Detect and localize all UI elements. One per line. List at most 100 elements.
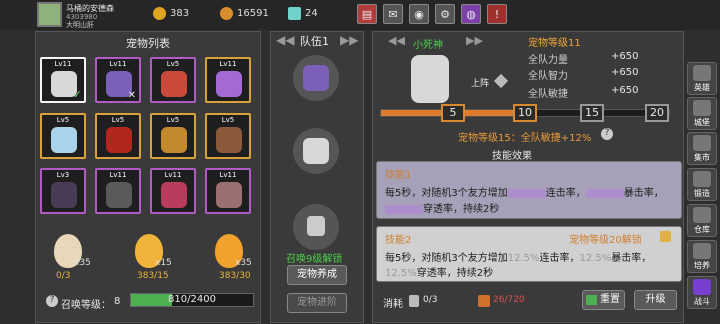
team-slot-1[interactable]	[293, 55, 339, 101]
skill-2-line2: 12.5%穿透率，持续2秒	[385, 268, 494, 279]
unlock-text: 召唤9级解锁	[286, 254, 343, 265]
egg-count: x35	[235, 258, 252, 268]
upgrade-button[interactable]: 升级	[634, 290, 677, 310]
egg-progress: 0/3	[56, 271, 71, 281]
summon-label: 召唤等级：	[61, 300, 111, 311]
shop-button[interactable]: ▤	[357, 4, 377, 24]
diamond-resource: 24	[288, 7, 318, 20]
pet-slot[interactable]: Lv5	[150, 113, 196, 159]
nav-train[interactable]: 培养	[687, 240, 717, 273]
pet-advance-button[interactable]: 宠物进阶	[287, 293, 347, 313]
help-icon[interactable]: ?	[46, 295, 58, 307]
gold-resource: 383	[153, 7, 189, 20]
castle-icon	[693, 100, 711, 116]
egg-progress: 383/15	[137, 271, 169, 281]
player-status: 大明山肝	[66, 21, 94, 29]
pet-portrait	[411, 55, 449, 103]
stat-label: 全队力量	[528, 55, 568, 66]
event-button[interactable]: !	[487, 4, 507, 24]
pet-next-icon[interactable]: ▶▶	[466, 34, 483, 47]
gold-icon	[153, 7, 166, 20]
summon-level: 8	[114, 296, 121, 307]
pet-slot[interactable]: Lv11 ✕	[95, 57, 141, 103]
pet-build-button[interactable]: 宠物养成	[287, 265, 347, 285]
anvil-icon	[693, 171, 711, 187]
milestone: 15	[580, 104, 604, 122]
team-slot-locked	[293, 204, 339, 250]
stat-value: +650	[611, 51, 639, 62]
wheel-icon: ◍	[466, 7, 476, 21]
nav-forge[interactable]: 锻造	[687, 168, 717, 201]
nav-battle[interactable]: 战斗	[687, 276, 717, 309]
close-icon: ✕	[127, 90, 136, 101]
consume-item2: 26/720	[493, 295, 525, 305]
skill-2-unlock: 宠物等级20解锁	[569, 235, 642, 246]
milestone: 10	[513, 104, 537, 122]
milestone-text: 宠物等级15：全队敏捷+12%	[458, 133, 592, 144]
pet-prev-icon[interactable]: ◀◀	[388, 34, 405, 47]
cart-icon: ▤	[361, 7, 373, 21]
pet-slot[interactable]: Lv11	[205, 57, 251, 103]
battle-icon	[693, 279, 711, 295]
skill-2-box: 技能2 宠物等级20解锁 每5秒，对随机3个友方增加12.5%连击率，12.5%…	[376, 226, 682, 282]
stat-value: +650	[611, 67, 639, 78]
pet-slot[interactable]: Lv5	[40, 113, 86, 159]
nav-castle[interactable]: 城堡	[687, 97, 717, 130]
gamepad-icon: ◉	[414, 7, 424, 21]
pet-slot[interactable]: Lv5	[150, 57, 196, 103]
milestone: 5	[441, 104, 465, 122]
lock-icon	[660, 231, 671, 242]
gem-resource: 16591	[220, 7, 269, 20]
pet-slot[interactable]: Lv11 ✓	[40, 57, 86, 103]
milestone: 20	[645, 104, 669, 122]
pet-list-title: 宠物列表	[126, 37, 170, 50]
pet-slot[interactable]: Lv11	[95, 168, 141, 214]
pet-slot[interactable]: Lv5	[205, 113, 251, 159]
mail-icon: ✉	[388, 7, 398, 21]
settings-button[interactable]: ⚙	[435, 4, 455, 24]
wheel-button[interactable]: ◍	[461, 4, 481, 24]
pet-slot[interactable]: Lv11	[150, 168, 196, 214]
nav-hero[interactable]: 英雄	[687, 62, 717, 95]
pet-slot[interactable]: Lv5	[95, 113, 141, 159]
skill-1-line1: 每5秒，对随机3个友方增加 连击率， 暴击率，	[385, 188, 664, 199]
bone-icon	[478, 295, 490, 307]
diamond-icon	[288, 7, 301, 20]
alert-icon: !	[494, 7, 500, 21]
scroll-icon	[409, 295, 419, 307]
gamepad-button[interactable]: ◉	[409, 4, 429, 24]
avatar[interactable]	[37, 2, 62, 27]
nav-storage[interactable]: 仓库	[687, 204, 717, 237]
team-prev-icon[interactable]: ◀◀	[276, 33, 294, 47]
skill-1-box: 技能1 每5秒，对随机3个友方增加 连击率， 暴击率， 穿透率，持续2秒	[376, 161, 682, 219]
egg-count: x35	[74, 258, 91, 268]
nav-market[interactable]: 集市	[687, 132, 717, 165]
deploy-status: 上阵	[471, 79, 490, 89]
gear-icon: ⚙	[440, 7, 450, 21]
skill-2-line1: 每5秒，对随机3个友方增加12.5%连击率，12.5%暴击率，	[385, 253, 652, 264]
check-icon: ✓	[72, 88, 82, 101]
mail-button[interactable]: ✉	[383, 4, 403, 24]
team-title: 队伍1	[300, 35, 329, 48]
skills-title: 技能效果	[492, 151, 532, 162]
pet-grade: 宠物等级11	[528, 38, 581, 49]
egg-count: x15	[155, 258, 172, 268]
team-slot-2[interactable]	[293, 128, 339, 174]
skill-1-line2: 穿透率，持续2秒	[385, 200, 499, 215]
top-bar: 马桶的安德森 4303980 大明山肝 383 16591 24 ▤ ✉ ◉ ⚙…	[0, 0, 720, 30]
consume-label: 消耗	[383, 299, 403, 310]
summon-exp-bar: 810/2400	[130, 293, 254, 307]
pet-slot[interactable]: Lv11	[205, 168, 251, 214]
hero-icon	[693, 65, 711, 81]
lock-icon	[307, 216, 325, 236]
help-icon[interactable]: ?	[601, 128, 613, 140]
egg-progress: 383/30	[219, 271, 251, 281]
skill-1-title: 技能1	[385, 170, 412, 181]
consume-item1: 0/3	[423, 295, 438, 305]
reset-button[interactable]: 重置	[582, 290, 625, 310]
team-next-icon[interactable]: ▶▶	[340, 33, 358, 47]
train-icon	[693, 243, 711, 259]
stat-label: 全队智力	[528, 71, 568, 82]
pet-slot[interactable]: Lv3	[40, 168, 86, 214]
skill-2-title: 技能2	[385, 235, 412, 246]
